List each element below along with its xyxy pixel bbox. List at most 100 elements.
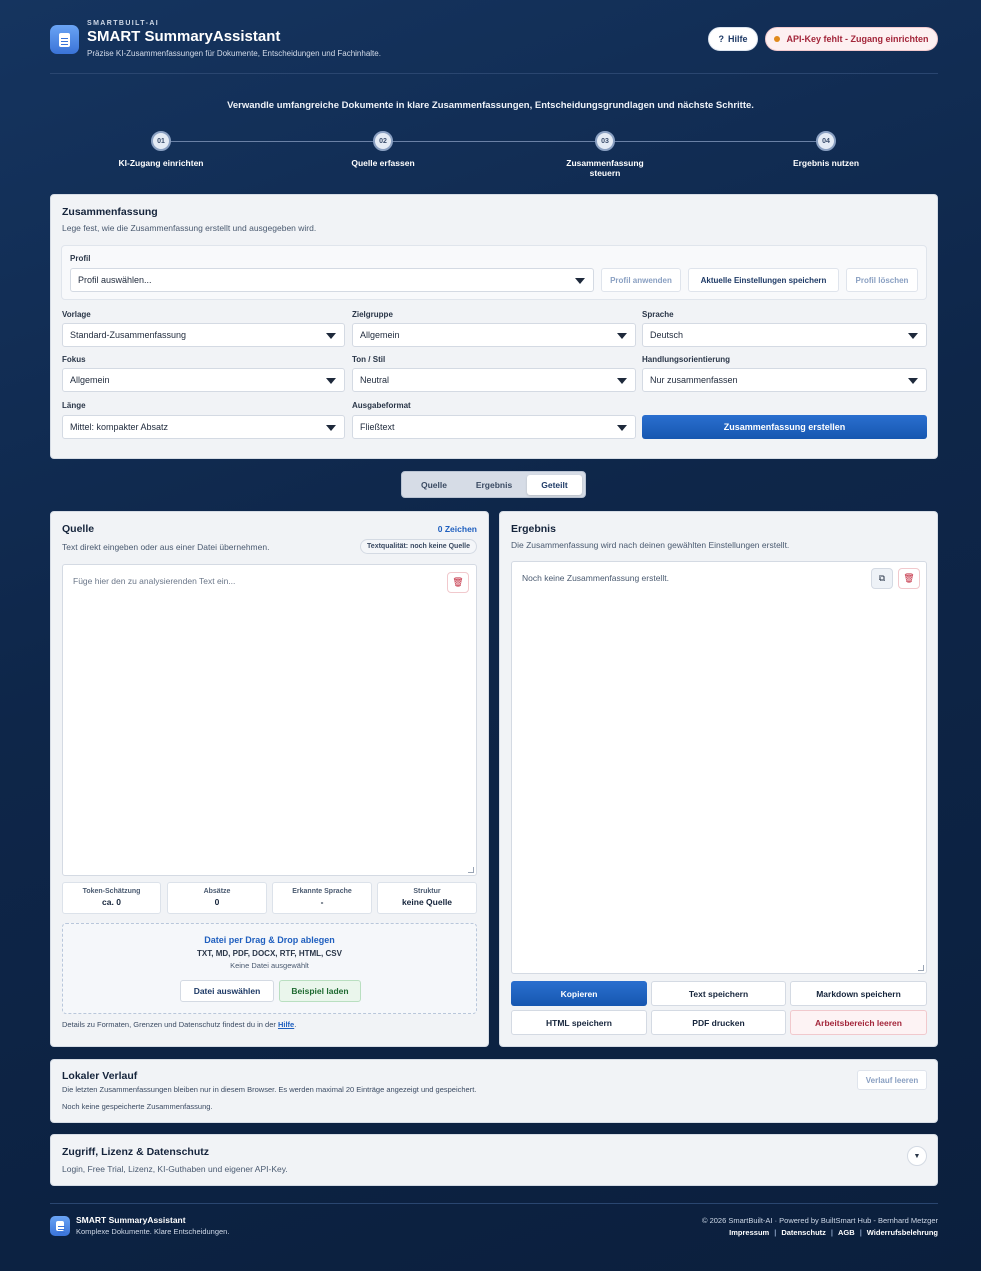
- help-button-label: Hilfe: [727, 34, 748, 44]
- access-subtitle: Login, Free Trial, Lizenz, KI-Guthaben u…: [62, 1164, 288, 1174]
- char-count: 0 Zeichen: [437, 524, 477, 534]
- create-summary-button[interactable]: Zusammenfassung erstellen: [642, 415, 927, 439]
- privacy-link[interactable]: Datenschutz: [781, 1228, 826, 1237]
- save-settings-button[interactable]: Aktuelle Einstellungen speichern: [688, 268, 839, 292]
- profile-select[interactable]: Profil auswählen...: [70, 268, 594, 292]
- laenge-label: Länge: [62, 401, 86, 410]
- resize-handle[interactable]: [918, 965, 924, 971]
- vorlage-select[interactable]: Standard-Zusammenfassung: [62, 323, 345, 347]
- question-icon: ?: [718, 34, 724, 44]
- step-connector: [162, 141, 826, 142]
- step-2: 02 Quelle erfassen: [323, 131, 443, 168]
- sprache-label: Sprache: [642, 310, 674, 319]
- result-title: Ergebnis: [511, 523, 556, 535]
- footer: SMART SummaryAssistant Komplexe Dokument…: [50, 1203, 938, 1243]
- zielgruppe-select[interactable]: Allgemein: [352, 323, 636, 347]
- choose-file-button[interactable]: Datei auswählen: [180, 980, 274, 1002]
- source-panel: Quelle 0 Zeichen Text direkt eingeben od…: [50, 511, 489, 1047]
- sprache-value: Deutsch: [650, 330, 684, 340]
- chevron-down-icon: [326, 378, 336, 384]
- delete-profile-button[interactable]: Profil löschen: [846, 268, 918, 292]
- format-label: Ausgabeformat: [352, 401, 411, 410]
- laenge-value: Mittel: kompakter Absatz: [70, 422, 169, 432]
- link-separator: |: [774, 1228, 777, 1237]
- apply-profile-button[interactable]: Profil anwenden: [601, 268, 681, 292]
- link-separator: |: [859, 1228, 862, 1237]
- expand-chevron-icon[interactable]: ▼: [907, 1146, 927, 1166]
- app-logo-icon: [50, 25, 79, 54]
- file-drop-zone[interactable]: Datei per Drag & Drop ablegen TXT, MD, P…: [62, 923, 477, 1014]
- history-empty: Noch keine gespeicherte Zusammenfassung.: [62, 1102, 213, 1111]
- withdrawal-link[interactable]: Widerrufsbelehrung: [867, 1228, 938, 1237]
- trash-icon[interactable]: 🗑: [447, 572, 469, 593]
- terms-link[interactable]: AGB: [838, 1228, 855, 1237]
- imprint-link[interactable]: Impressum: [729, 1228, 769, 1237]
- result-output[interactable]: Noch keine Zusammenfassung erstellt. ⧉ 🗑: [511, 561, 927, 974]
- note-suffix: .: [294, 1020, 297, 1029]
- chevron-down-icon: [617, 378, 627, 384]
- tab-ergebnis[interactable]: Ergebnis: [462, 475, 526, 495]
- save-html-button[interactable]: HTML speichern: [511, 1010, 647, 1035]
- sprache-select[interactable]: Deutsch: [642, 323, 927, 347]
- step-number: 03: [595, 131, 615, 151]
- result-empty-text: Noch keine Zusammenfassung erstellt.: [522, 573, 669, 583]
- clear-history-button[interactable]: Verlauf leeren: [857, 1070, 927, 1090]
- step-label: KI-Zugang einrichten: [118, 158, 204, 168]
- stat-value: 0: [214, 897, 220, 907]
- help-button[interactable]: ? Hilfe: [708, 27, 758, 51]
- step-4: 04 Ergebnis nutzen: [766, 131, 886, 168]
- trash-icon[interactable]: 🗑: [898, 568, 920, 589]
- help-link[interactable]: Hilfe: [278, 1020, 294, 1029]
- stat-value: ca. 0: [102, 897, 121, 907]
- brand-label: SMARTBUILT-AI: [87, 20, 160, 27]
- result-subtitle: Die Zusammenfassung wird nach deinen gew…: [511, 540, 790, 550]
- chevron-down-icon: [326, 425, 336, 431]
- clear-workspace-button[interactable]: Arbeitsbereich leeren: [790, 1010, 927, 1035]
- step-number: 04: [816, 131, 836, 151]
- history-subtitle: Die letzten Zusammenfassungen bleiben nu…: [62, 1085, 477, 1094]
- save-text-button[interactable]: Text speichern: [651, 981, 786, 1006]
- zielgruppe-label: Zielgruppe: [352, 310, 393, 319]
- warning-dot-icon: [774, 36, 781, 42]
- api-key-warning-button[interactable]: API-Key fehlt - Zugang einrichten: [765, 27, 938, 51]
- step-number: 02: [373, 131, 393, 151]
- ton-value: Neutral: [360, 375, 390, 385]
- app-header: SMARTBUILT-AI SMART SummaryAssistant Prä…: [50, 18, 938, 74]
- step-indicator: 01 KI-Zugang einrichten 02 Quelle erfassen…: [100, 131, 882, 183]
- profile-label: Profil: [70, 254, 91, 263]
- fokus-label: Fokus: [62, 355, 86, 364]
- history-title: Lokaler Verlauf: [62, 1070, 138, 1082]
- copy-icon[interactable]: ⧉: [871, 568, 893, 589]
- tab-geteilt[interactable]: Geteilt: [527, 475, 582, 495]
- source-textarea[interactable]: Füge hier den zu analysierenden Text ein…: [62, 564, 477, 876]
- vorlage-value: Standard-Zusammenfassung: [70, 330, 187, 340]
- handlung-value: Nur zusammenfassen: [650, 375, 738, 385]
- app-subtitle: Präzise KI-Zusammenfassungen für Dokumen…: [87, 49, 381, 58]
- format-select[interactable]: Fließtext: [352, 415, 636, 439]
- settings-panel: Zusammenfassung Lege fest, wie die Zusam…: [50, 194, 938, 459]
- print-pdf-button[interactable]: PDF drucken: [651, 1010, 786, 1035]
- step-number: 01: [151, 131, 171, 151]
- drop-no-file: Keine Datei ausgewählt: [230, 961, 309, 970]
- step-label: Ergebnis nutzen: [792, 158, 860, 168]
- history-panel: Lokaler Verlauf Die letzten Zusammenfass…: [50, 1059, 938, 1123]
- copy-button[interactable]: Kopieren: [511, 981, 647, 1006]
- ton-select[interactable]: Neutral: [352, 368, 636, 392]
- intro-text: Verwandle umfangreiche Dokumente in klar…: [227, 100, 754, 111]
- fokus-select[interactable]: Allgemein: [62, 368, 345, 392]
- handlung-select[interactable]: Nur zusammenfassen: [642, 368, 927, 392]
- tab-quelle[interactable]: Quelle: [407, 475, 461, 495]
- stat-value: keine Quelle: [401, 897, 453, 907]
- laenge-select[interactable]: Mittel: kompakter Absatz: [62, 415, 345, 439]
- profile-select-value: Profil auswählen...: [78, 275, 152, 285]
- footer-copyright: © 2026 SmartBuilt-AI · Powered by BuiltS…: [701, 1216, 938, 1225]
- load-example-button[interactable]: Beispiel laden: [279, 980, 361, 1002]
- resize-handle[interactable]: [468, 867, 474, 873]
- settings-title: Zusammenfassung: [62, 206, 158, 218]
- drop-formats: TXT, MD, PDF, DOCX, RTF, HTML, CSV: [197, 949, 342, 958]
- save-markdown-button[interactable]: Markdown speichern: [790, 981, 927, 1006]
- access-panel[interactable]: Zugriff, Lizenz & Datenschutz Login, Fre…: [50, 1134, 938, 1186]
- app-title: SMART SummaryAssistant: [87, 28, 281, 45]
- chevron-down-icon: [908, 378, 918, 384]
- stat-language: Erkannte Sprache -: [272, 882, 372, 914]
